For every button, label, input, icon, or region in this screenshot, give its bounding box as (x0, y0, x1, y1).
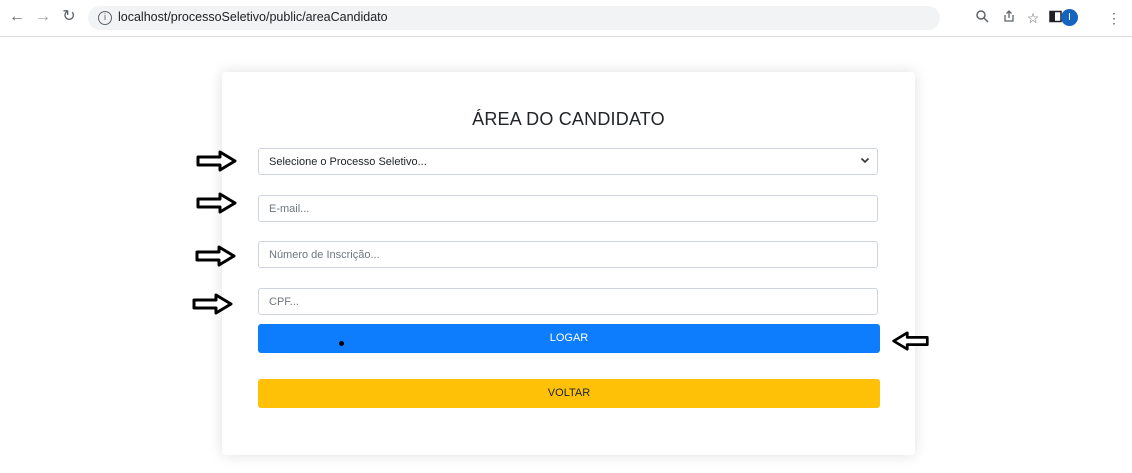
inscription-number-field[interactable]: Número de Inscrição... (258, 241, 878, 268)
reload-icon[interactable]: ↻ (60, 8, 78, 26)
chevron-down-icon (859, 155, 871, 167)
candidate-login-card: ÁREA DO CANDIDATO Selecione o Processo S… (222, 72, 915, 455)
browser-toolbar: ← → ↻ i localhost/processoSeletivo/publi… (0, 0, 1132, 37)
email-field[interactable]: E-mail... (258, 195, 878, 222)
share-icon[interactable] (1000, 9, 1018, 27)
left-arrow-icon (892, 331, 929, 351)
menu-kebab-icon[interactable]: ⋮ (1105, 9, 1123, 27)
back-arrow-icon[interactable]: ← (8, 8, 26, 26)
right-arrow-icon (196, 150, 237, 172)
inscription-placeholder: Número de Inscrição... (269, 249, 380, 261)
process-select-value: Selecione o Processo Seletivo... (269, 156, 427, 168)
email-placeholder: E-mail... (269, 203, 310, 215)
login-button[interactable]: LOGAR (258, 324, 880, 353)
right-arrow-icon (195, 245, 236, 267)
bookmark-star-icon[interactable]: ☆ (1024, 9, 1042, 27)
right-arrow-icon (196, 192, 237, 214)
address-bar[interactable]: i localhost/processoSeletivo/public/area… (88, 6, 940, 30)
zoom-icon[interactable] (973, 9, 991, 27)
page-title: ÁREA DO CANDIDATO (472, 109, 665, 129)
forward-arrow-icon[interactable]: → (34, 8, 52, 26)
process-select[interactable]: Selecione o Processo Seletivo... (258, 148, 878, 175)
right-arrow-icon (192, 293, 233, 315)
cursor-dot (339, 341, 344, 346)
cpf-placeholder: CPF... (269, 296, 299, 308)
cpf-field[interactable]: CPF... (258, 288, 878, 315)
site-info-icon[interactable]: i (98, 11, 112, 25)
back-button[interactable]: VOLTAR (258, 379, 880, 408)
address-url[interactable]: localhost/processoSeletivo/public/areaCa… (118, 10, 388, 24)
profile-avatar[interactable]: I (1061, 9, 1078, 26)
